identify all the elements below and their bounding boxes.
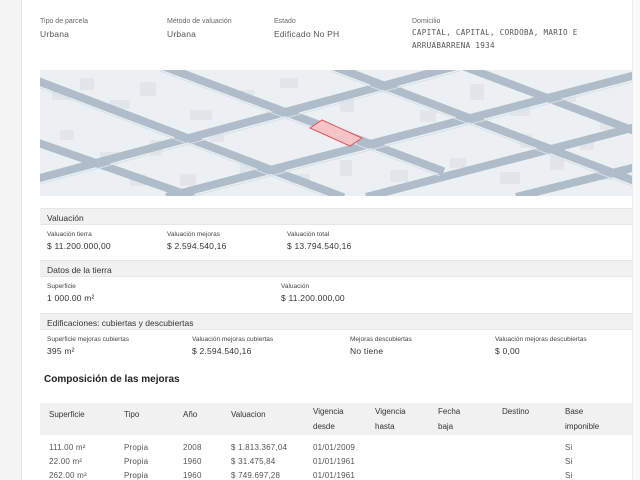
cell-valuacion: $ 31.475,84 [231,457,276,466]
metodo-valuacion-value: Urbana [167,29,197,39]
superficie-mejoras-cubiertas-value: 395 m² [47,346,75,356]
th-vigencia-desde-line1: Vigencia [313,407,344,416]
valuacion-mejoras-descubiertas: Valuación mejoras descubiertas $ 0,00 [495,336,587,356]
th-valuacion: Valuacion [231,410,266,419]
cell-vigencia-desde: 01/01/1961 [313,457,356,466]
superficie-tierra: Superficie 1 000.00 m² [47,283,95,303]
th-base-imponible-line2: imponible [565,422,600,431]
th-vigencia-hasta-line1: Vigencia [375,407,406,416]
valuacion-tierra-label: Valuación tierra [47,231,92,238]
th-base-imponible-line1: Base [565,407,584,416]
valuacion-total-value: $ 13.794.540,16 [287,241,352,251]
th-vigencia-desde: Vigencia desde [313,404,344,434]
valuacion-mejoras-cubiertas: Valuación mejoras cubiertas $ 2.594.540,… [192,336,273,356]
valuacion-mejoras-descubiertas-label: Valuación mejoras descubiertas [495,336,587,343]
parcel-detail: Tipo de parcela Urbana Método de valuaci… [40,0,632,480]
valuacion-mejoras-label: Valuación mejoras [167,231,220,238]
mejoras-descubiertas: Mejoras descubiertas No tiene [350,336,412,356]
th-fecha-baja-line1: Fecha [438,407,461,416]
table-row: 111.00 m² Propia 2008 $ 1.813.367,04 01/… [40,443,632,457]
composicion-table-header: Superficie Tipo Año Valuacion Vigencia d… [40,403,632,435]
estado: Estado Edificado No PH [274,18,339,41]
tipo-parcela-value: Urbana [40,29,70,39]
estado-value: Edificado No PH [274,29,340,39]
superficie-mejoras-cubiertas: Superficie mejoras cubiertas 395 m² [47,336,129,356]
edificaciones-title: Edificaciones: cubiertas y descubiertas [40,313,632,330]
cell-vigencia-desde: 01/01/1961 [313,471,356,480]
valuacion-tierra: Valuación tierra $ 11.200.000,00 [47,231,111,251]
th-vigencia-hasta: Vigencia hasta [375,404,406,434]
domicilio-line2: ARRUABARRENA 1934 [412,41,495,50]
parcel-info: Tipo de parcela Urbana Método de valuaci… [40,0,632,62]
cell-superficie: 262.00 m² [49,471,87,480]
cell-base-imponible: Si [565,457,573,466]
tipo-parcela: Tipo de parcela Urbana [40,18,88,41]
valuacion-mejoras-cubiertas-label: Valuación mejoras cubiertas [192,336,274,343]
valuacion-mejoras: Valuación mejoras $ 2.594.540,16 [167,231,227,251]
valuacion-title: Valuación [40,208,632,225]
valuacion-section: Valuación Valuación tierra $ 11.200.000,… [40,208,632,256]
th-destino: Destino [502,407,530,416]
tipo-parcela-label: Tipo de parcela [40,18,88,25]
th-vigencia-desde-line2: desde [313,422,335,431]
th-vigencia-hasta-line2: hasta [375,422,395,431]
superficie-tierra-label: Superficie [47,283,76,290]
valuacion-tierra-datos-label: Valuación [281,283,310,290]
map-canvas [40,70,632,196]
valuacion-tierra-datos-value: $ 11.200.000,00 [281,293,345,303]
mejoras-descubiertas-value: No tiene [350,346,384,356]
superficie-mejoras-cubiertas-label: Superficie mejoras cubiertas [47,336,130,343]
metodo-valuacion: Método de valuación Urbana [167,18,232,41]
domicilio-label: Domicilio [412,18,441,25]
left-rail [0,0,22,480]
valuacion-tierra-datos: Valuación $ 11.200.000,00 [281,283,345,303]
metodo-valuacion-label: Método de valuación [167,18,232,25]
cell-valuacion: $ 749.697,28 [231,471,281,480]
th-superficie: Superficie [49,410,85,419]
th-fecha-baja: Fecha baja [438,404,460,434]
cell-vigencia-desde: 01/01/2009 [313,443,356,452]
th-anio: Año [183,410,198,419]
mejoras-descubiertas-label: Mejoras descubiertas [350,336,412,343]
cell-base-imponible: Si [565,471,573,480]
cell-anio: 2008 [183,443,202,452]
estado-label: Estado [274,18,296,25]
cell-tipo: Propia [124,443,149,452]
th-tipo: Tipo [124,410,140,419]
scrollbar-track[interactable] [632,0,640,480]
datos-tierra-section: Datos de la tierra Superficie 1 000.00 m… [40,260,632,308]
cell-superficie: 111.00 m² [49,443,86,452]
table-row: 22.00 m² Propia 1960 $ 31.475,84 01/01/1… [40,457,632,471]
th-fecha-baja-line2: baja [438,422,454,431]
table-row: 262.00 m² Propia 1960 $ 749.697,28 01/01… [40,471,632,480]
cell-tipo: Propia [124,471,149,480]
cell-base-imponible: Si [565,443,573,452]
th-base-imponible: Base imponible [565,404,599,434]
datos-tierra-title: Datos de la tierra [40,260,632,277]
valuacion-mejoras-descubiertas-value: $ 0,00 [495,346,520,356]
domicilio-line1: CAPITAL, CAPITAL, CORDOBA, MARIO E [412,28,578,37]
cell-anio: 1960 [183,457,202,466]
cell-tipo: Propia [124,457,149,466]
parcel-map[interactable] [40,70,632,196]
edificaciones-section: Edificaciones: cubiertas y descubiertas … [40,313,632,361]
cell-valuacion: $ 1.813.367,04 [231,443,288,452]
superficie-tierra-value: 1 000.00 m² [47,293,95,303]
cell-superficie: 22.00 m² [49,457,83,466]
valuacion-mejoras-cubiertas-value: $ 2.594.540,16 [192,346,252,356]
valuacion-tierra-value: $ 11.200.000,00 [47,241,111,251]
composicion-title: Composición de las mejoras [44,374,180,385]
cell-anio: 1960 [183,471,202,480]
domicilio: Domicilio CAPITAL, CAPITAL, CORDOBA, MAR… [412,18,578,52]
valuacion-total-label: Valuación total [287,231,330,238]
valuacion-mejoras-value: $ 2.594.540,16 [167,241,227,251]
valuacion-total: Valuación total $ 13.794.540,16 [287,231,351,251]
